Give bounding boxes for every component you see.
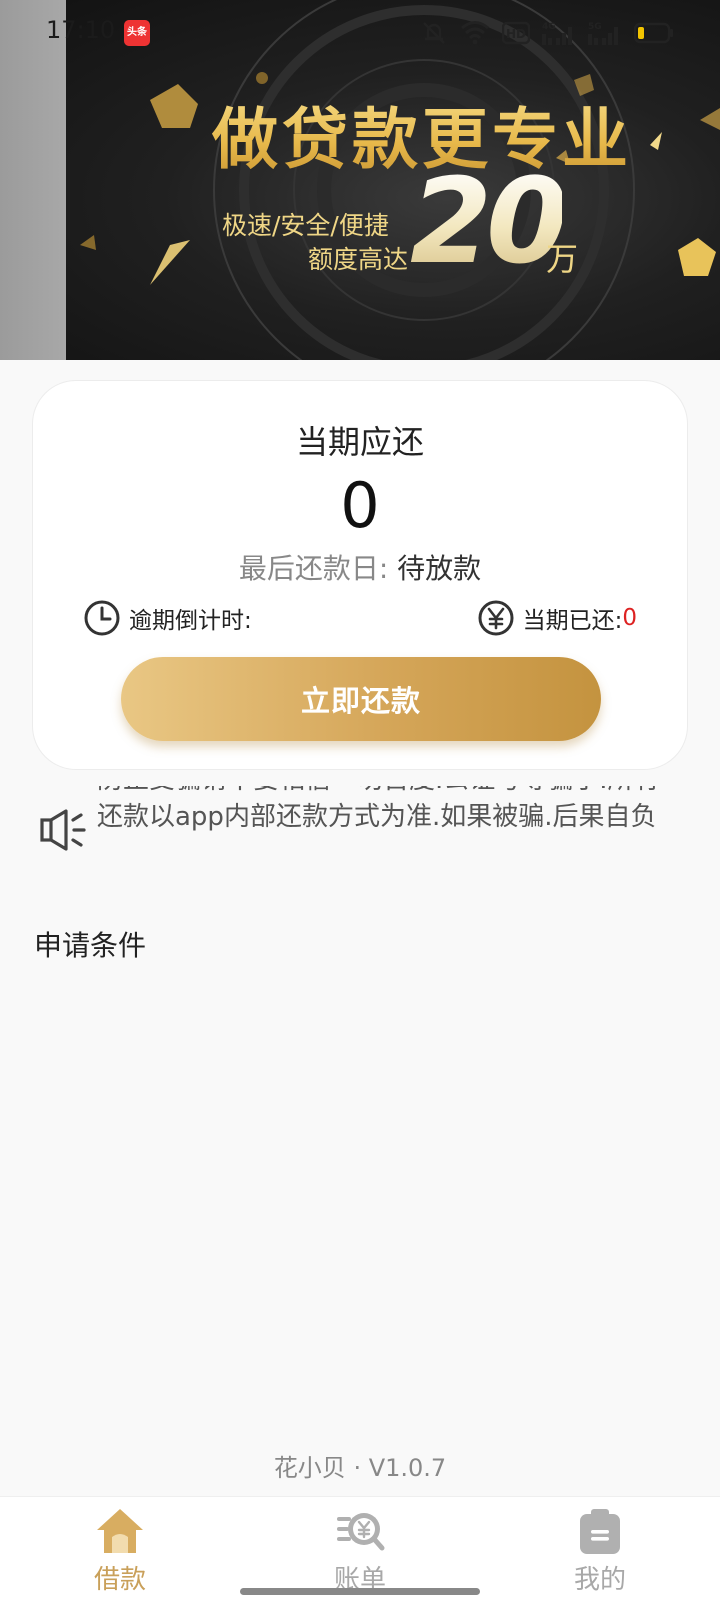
profile-clipboard-icon bbox=[580, 1509, 620, 1554]
svg-text:HD: HD bbox=[506, 27, 526, 41]
apply-conditions-title: 申请条件 bbox=[34, 929, 147, 962]
due-date-value: 待放款 bbox=[397, 552, 482, 585]
status-time: 17:10 bbox=[46, 16, 116, 44]
battery-icon bbox=[634, 22, 673, 44]
nav-item-mine-label: 我的 bbox=[573, 1565, 626, 1595]
status-icons: HD 4G 5G bbox=[420, 18, 674, 48]
nav-item-mine[interactable]: 我的 bbox=[530, 1497, 670, 1600]
bell-muted-icon bbox=[423, 22, 445, 44]
paid-amount: 当期已还: 0 bbox=[477, 597, 637, 639]
banner-limit-label: 额度高达 bbox=[308, 245, 409, 274]
signal-5g-icon: 5G bbox=[588, 22, 618, 45]
current-due-amount: 0 bbox=[340, 469, 380, 542]
bill-search-icon bbox=[337, 1513, 385, 1551]
wifi-icon bbox=[461, 21, 489, 45]
svg-text:4G: 4G bbox=[542, 22, 556, 32]
paid-amount-value: 0 bbox=[622, 605, 637, 631]
nav-item-loan-label: 借款 bbox=[93, 1565, 146, 1595]
card-info-row: 逾期倒计时: 当期已还: 0 bbox=[83, 597, 637, 639]
banner-amount-unit: 万 bbox=[546, 240, 579, 278]
paid-amount-label: 当期已还: bbox=[522, 608, 623, 634]
app-notification-badge: 头条 bbox=[124, 20, 150, 46]
notice-text-window: 防止受骗请不要相信一切百度.公证号等骗子.所有还款以app内部还款方式为准.如果… bbox=[97, 786, 677, 872]
due-date-label: 最后还款日: bbox=[238, 552, 389, 585]
app-version: 花小贝 · V1.0.7 bbox=[273, 1454, 447, 1482]
status-bar: 17:10 头条 HD 4G 5G bbox=[0, 0, 720, 64]
notice-marquee: 防止受骗请不要相信一切百度.公证号等骗子.所有还款以app内部还款方式为准.如果… bbox=[32, 786, 688, 872]
home-indicator[interactable] bbox=[240, 1588, 480, 1595]
banner-subtitle: 极速/安全/便捷 bbox=[222, 211, 389, 240]
nav-item-bill[interactable]: 账单 bbox=[290, 1497, 430, 1600]
due-date-row: 最后还款日: 待放款 bbox=[33, 547, 687, 587]
overdue-countdown-label: 逾期倒计时: bbox=[129, 608, 252, 634]
svg-text:5G: 5G bbox=[588, 22, 602, 32]
bottom-navigation: 借款 账单 我的 bbox=[0, 1496, 720, 1600]
notice-text: 防止受骗请不要相信一切百度.公证号等骗子.所有还款以app内部还款方式为准.如果… bbox=[97, 786, 660, 832]
clock-icon bbox=[84, 600, 120, 636]
repay-now-button[interactable]: 立即还款 bbox=[121, 657, 601, 741]
speaker-icon bbox=[40, 809, 86, 851]
current-due-title: 当期应还 bbox=[295, 423, 424, 461]
signal-4g-icon: 4G bbox=[542, 22, 572, 45]
banner-amount: 20 bbox=[410, 152, 568, 290]
yuan-coin-icon bbox=[478, 600, 514, 636]
home-icon bbox=[97, 1509, 143, 1553]
repayment-card: 当期应还 0 最后还款日: 待放款 逾期倒计时: 当期已还: 0 立即还款 bbox=[32, 380, 688, 770]
nav-item-loan[interactable]: 借款 bbox=[50, 1497, 190, 1600]
hd-icon: HD bbox=[502, 21, 530, 45]
overdue-countdown: 逾期倒计时: bbox=[83, 597, 252, 639]
